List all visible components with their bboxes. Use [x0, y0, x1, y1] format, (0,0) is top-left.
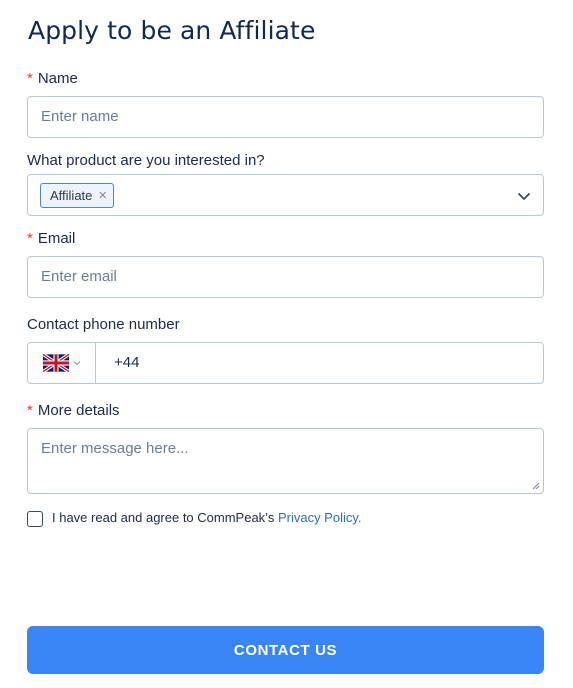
email-label: * Email [27, 230, 75, 247]
product-label: What product are you interested in? [27, 152, 265, 169]
details-placeholder: Enter message here... [41, 440, 189, 457]
contact-us-button[interactable]: CONTACT US [27, 626, 544, 674]
resize-handle-icon[interactable] [531, 481, 540, 490]
name-label: * Name [27, 70, 78, 87]
country-selector[interactable] [28, 343, 96, 383]
consent-checkbox[interactable] [27, 511, 43, 527]
phone-label: Contact phone number [27, 316, 180, 333]
required-mark: * [27, 402, 33, 419]
details-label-text: More details [37, 402, 120, 419]
email-placeholder: Enter email [41, 268, 117, 285]
required-mark: * [27, 230, 33, 247]
chevron-down-icon [73, 361, 81, 366]
name-label-text: Name [37, 70, 78, 87]
phone-field: +44 [27, 342, 544, 384]
email-label-text: Email [37, 230, 76, 247]
form-title: Apply to be an Affiliate [28, 16, 316, 45]
product-select[interactable]: Affiliate × [27, 174, 544, 216]
privacy-policy-link[interactable]: Privacy Policy. [278, 510, 362, 525]
name-input[interactable]: Enter name [27, 96, 544, 138]
selected-product-tag: Affiliate × [40, 183, 115, 208]
email-input[interactable]: Enter email [27, 256, 544, 298]
details-textarea[interactable]: Enter message here... [27, 428, 544, 494]
name-placeholder: Enter name [41, 108, 119, 125]
consent-label: I have read and agree to CommPeak’s [52, 510, 278, 525]
consent-text: I have read and agree to CommPeak’s Priv… [52, 510, 362, 525]
close-icon[interactable]: × [98, 188, 107, 203]
chevron-down-icon[interactable] [517, 189, 531, 203]
phone-input[interactable]: +44 [114, 354, 139, 371]
uk-flag-icon [43, 354, 69, 372]
details-label: * More details [27, 402, 120, 419]
tag-label: Affiliate [50, 188, 93, 203]
required-mark: * [27, 70, 33, 87]
